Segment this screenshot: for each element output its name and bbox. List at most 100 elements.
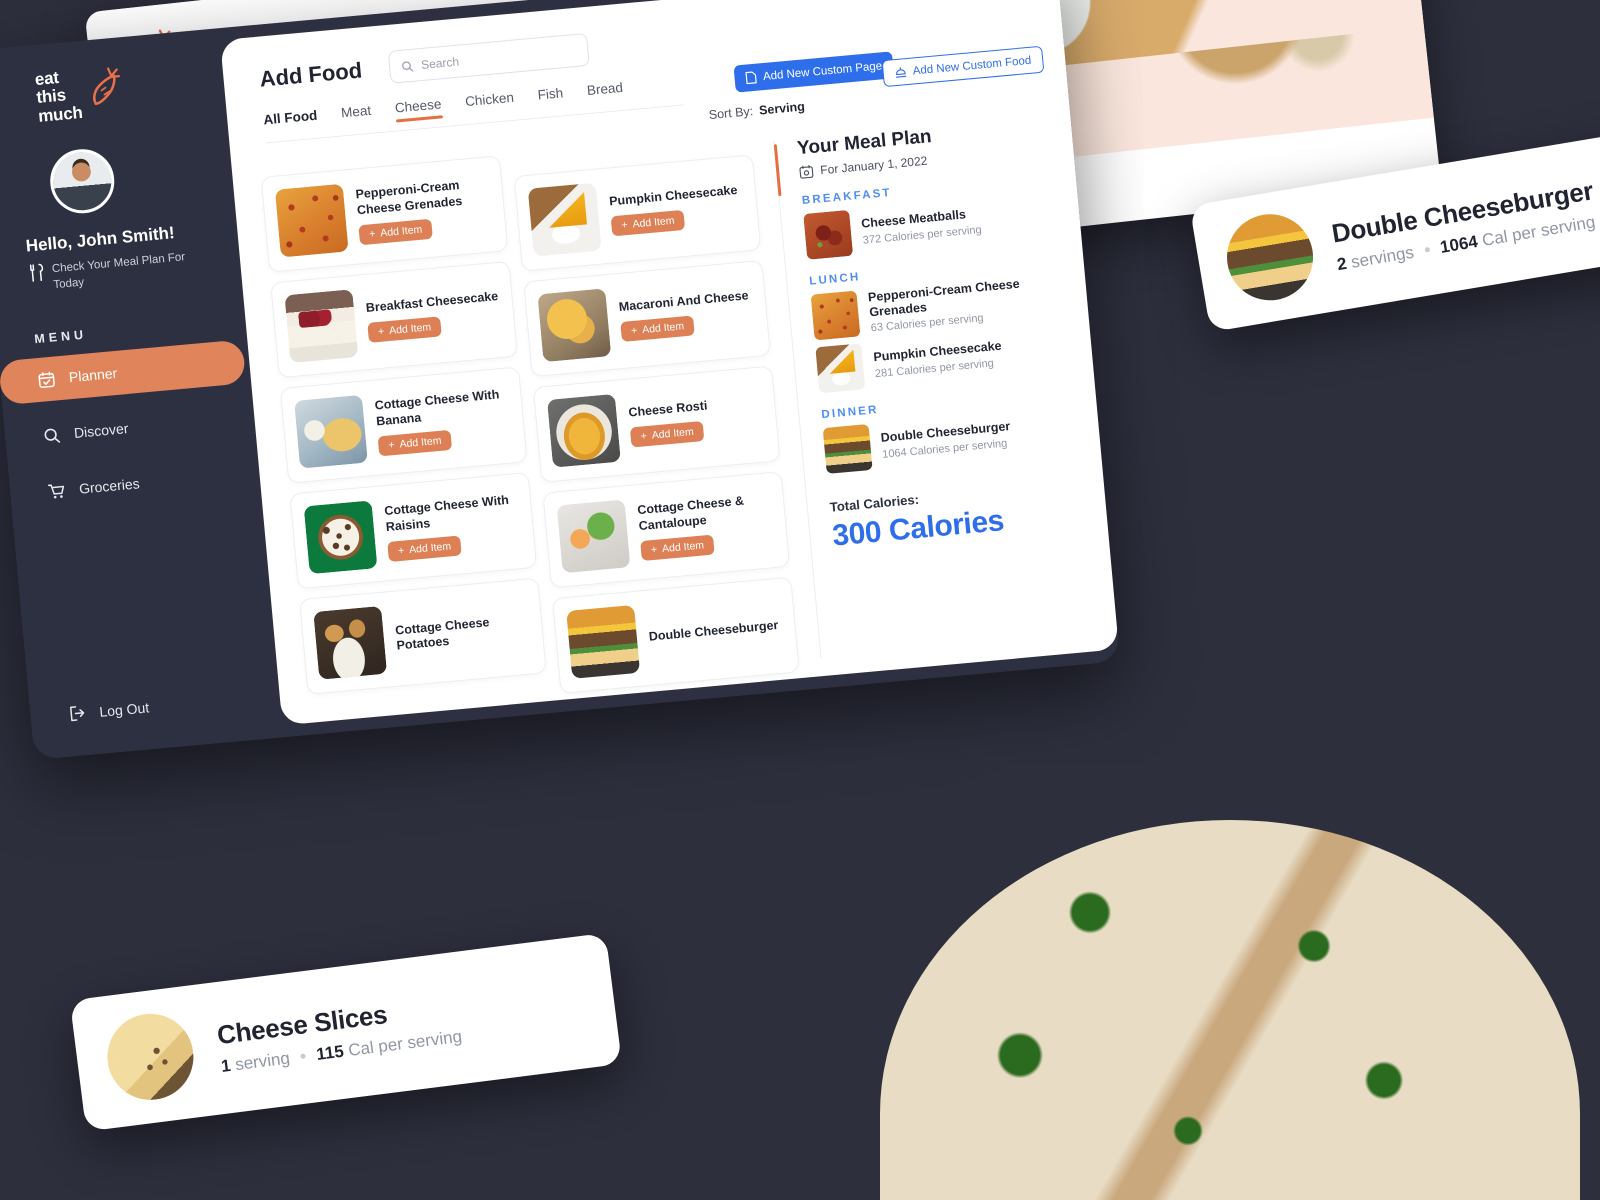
food-name: Pumpkin Cheesecake bbox=[608, 182, 738, 209]
add-item-label: Add Item bbox=[388, 321, 432, 338]
food-card[interactable]: Cottage Cheese Potatoes bbox=[299, 577, 547, 695]
pizza-photo-bottom bbox=[880, 820, 1580, 1200]
add-item-label: Add Item bbox=[632, 214, 675, 231]
menu-section-label: MENU bbox=[33, 327, 88, 347]
sidebar-item-discover[interactable]: Discover bbox=[3, 394, 266, 461]
food-card-body: Pumpkin Cheesecake + Add Item bbox=[608, 182, 746, 237]
food-card[interactable]: Double Cheeseburger bbox=[551, 576, 800, 694]
food-thumbnail bbox=[274, 183, 349, 258]
tab-meat[interactable]: Meat bbox=[340, 103, 372, 127]
food-grid: Pepperoni-Cream Cheese Grenades + Add It… bbox=[260, 132, 800, 717]
plus-icon: + bbox=[377, 325, 385, 339]
food-name: Cottage Cheese With Banana bbox=[374, 387, 500, 429]
add-food-panel: Add Food Search All Food Meat Cheese Chi… bbox=[220, 0, 1119, 726]
sidebar-item-label: Discover bbox=[73, 420, 130, 441]
add-item-button[interactable]: + Add Item bbox=[620, 315, 695, 343]
add-item-label: Add Item bbox=[661, 539, 705, 555]
food-thumbnail bbox=[566, 604, 641, 679]
greeting-subtitle-row: Check Your Meal Plan For Today bbox=[28, 247, 220, 295]
floating-card-body: Double Cheeseburger 2 servings 1064 Cal … bbox=[1329, 175, 1599, 275]
food-thumbnail bbox=[284, 289, 359, 364]
food-name: Breakfast Cheesecake bbox=[365, 288, 499, 315]
logout-button[interactable]: Log Out bbox=[68, 698, 150, 722]
food-thumbnail bbox=[294, 394, 368, 469]
add-new-custom-food-button[interactable]: Add New Custom Food bbox=[881, 45, 1045, 88]
food-thumbnail bbox=[313, 605, 388, 680]
food-card-body: Cheese Rosti + Add Item bbox=[628, 393, 765, 448]
add-item-label: Add Item bbox=[408, 540, 452, 556]
add-food-title: Add Food bbox=[258, 57, 364, 92]
meal-plan-panel: Your Meal Plan For January 1, 2022 BREAK… bbox=[773, 115, 1092, 659]
separator-dot-icon bbox=[300, 1053, 306, 1060]
food-name: Cottage Cheese With Raisins bbox=[383, 493, 510, 534]
food-column-left: Pepperoni-Cream Cheese Grenades + Add It… bbox=[260, 155, 549, 717]
food-thumbnail bbox=[537, 288, 612, 363]
floating-card-cheese-slices[interactable]: Cheese Slices 1 serving 115 Cal per serv… bbox=[69, 932, 623, 1132]
sidebar-item-planner[interactable]: Planner bbox=[0, 339, 247, 406]
tab-all-food[interactable]: All Food bbox=[263, 108, 319, 134]
meal-plan-date: For January 1, 2022 bbox=[819, 153, 928, 178]
plus-icon: + bbox=[387, 438, 396, 452]
add-item-button[interactable]: + Add Item bbox=[640, 534, 715, 561]
sidebar-logo-text: eat this much bbox=[34, 67, 83, 126]
tab-cheese[interactable]: Cheese bbox=[394, 96, 442, 121]
logout-icon bbox=[69, 706, 85, 722]
add-item-button[interactable]: + Add Item bbox=[367, 316, 442, 344]
food-card[interactable]: Macaroni And Cheese + Add Item bbox=[523, 259, 771, 378]
tab-fish[interactable]: Fish bbox=[537, 85, 564, 108]
sidebar-logo: eat this much bbox=[34, 63, 123, 126]
food-card-body: Cottage Cheese With Raisins + Add Item bbox=[383, 492, 523, 562]
plus-icon: + bbox=[630, 324, 638, 338]
tab-chicken[interactable]: Chicken bbox=[465, 90, 515, 115]
add-item-button[interactable]: + Add Item bbox=[610, 209, 686, 237]
plus-icon: + bbox=[368, 227, 376, 241]
food-card[interactable]: Cheese Rosti + Add Item bbox=[532, 365, 781, 483]
plus-icon: + bbox=[397, 544, 405, 557]
add-new-custom-page-button[interactable]: Add New Custom Page bbox=[733, 51, 895, 93]
food-thumbnail bbox=[803, 209, 854, 260]
food-thumbnail bbox=[556, 499, 631, 574]
meal-plan-item-body: Double Cheeseburger 1064 Calories per se… bbox=[880, 420, 1012, 461]
food-column-right: Pumpkin Cheesecake + Add Item Macaroni A… bbox=[513, 154, 800, 694]
food-thumbnail bbox=[527, 182, 602, 257]
food-card[interactable]: Cottage Cheese & Cantaloupe + Add Item bbox=[542, 471, 791, 589]
food-name: Pepperoni-Cream Cheese Grenades bbox=[354, 178, 463, 217]
avatar bbox=[47, 146, 118, 216]
add-item-button[interactable]: + Add Item bbox=[629, 421, 705, 448]
add-item-label: Add Item bbox=[651, 425, 695, 442]
search-icon bbox=[402, 60, 414, 71]
sort-by-label: Sort By: bbox=[708, 104, 754, 123]
sort-by-control[interactable]: Sort By: Serving bbox=[708, 99, 805, 122]
search-input[interactable]: Search bbox=[387, 32, 590, 84]
food-card[interactable]: Cottage Cheese With Raisins + Add Item bbox=[289, 471, 538, 590]
meal-plan-accent-bar bbox=[773, 144, 782, 197]
sidebar-item-groceries[interactable]: Groceries bbox=[8, 450, 271, 517]
food-thumbnail bbox=[815, 343, 866, 394]
add-item-button[interactable]: + Add Item bbox=[387, 535, 462, 562]
food-icon bbox=[896, 67, 907, 78]
greeting-subtitle: Check Your Meal Plan For Today bbox=[51, 251, 186, 291]
calories-value: 1064 bbox=[1438, 231, 1480, 257]
food-card[interactable]: Breakfast Cheesecake + Add Item bbox=[270, 260, 518, 379]
food-card-body: Double Cheeseburger bbox=[648, 618, 783, 645]
meal-plan-item-body: Cheese Meatballs 372 Calories per servin… bbox=[861, 206, 982, 247]
food-card[interactable]: Pumpkin Cheesecake + Add Item bbox=[513, 154, 762, 272]
search-placeholder: Search bbox=[420, 54, 460, 72]
scene: Planner Discover Groceries Discover All … bbox=[0, 0, 1600, 1200]
food-thumbnail bbox=[810, 290, 861, 341]
food-card[interactable]: Cottage Cheese With Banana + Add Item bbox=[279, 366, 528, 484]
food-thumbnail bbox=[102, 1008, 199, 1105]
add-item-button[interactable]: + Add Item bbox=[377, 429, 453, 457]
food-card[interactable]: Pepperoni-Cream Cheese Grenades + Add It… bbox=[260, 155, 509, 273]
sort-by-value: Serving bbox=[758, 99, 806, 118]
calendar-icon bbox=[799, 165, 814, 179]
add-item-button[interactable]: + Add Item bbox=[358, 218, 434, 246]
tab-bread[interactable]: Bread bbox=[586, 80, 624, 104]
food-card-body: Cottage Cheese With Banana + Add Item bbox=[374, 387, 513, 457]
food-name: Cottage Cheese & Cantaloupe bbox=[636, 493, 745, 533]
meal-plan-item-body: Pepperoni-Cream Cheese Grenades 63 Calor… bbox=[867, 273, 1062, 334]
food-card-body: Cottage Cheese Potatoes bbox=[395, 611, 531, 654]
cutlery-icon bbox=[29, 263, 44, 282]
add-item-label: Add Item bbox=[399, 434, 442, 451]
cart-icon bbox=[47, 483, 65, 498]
